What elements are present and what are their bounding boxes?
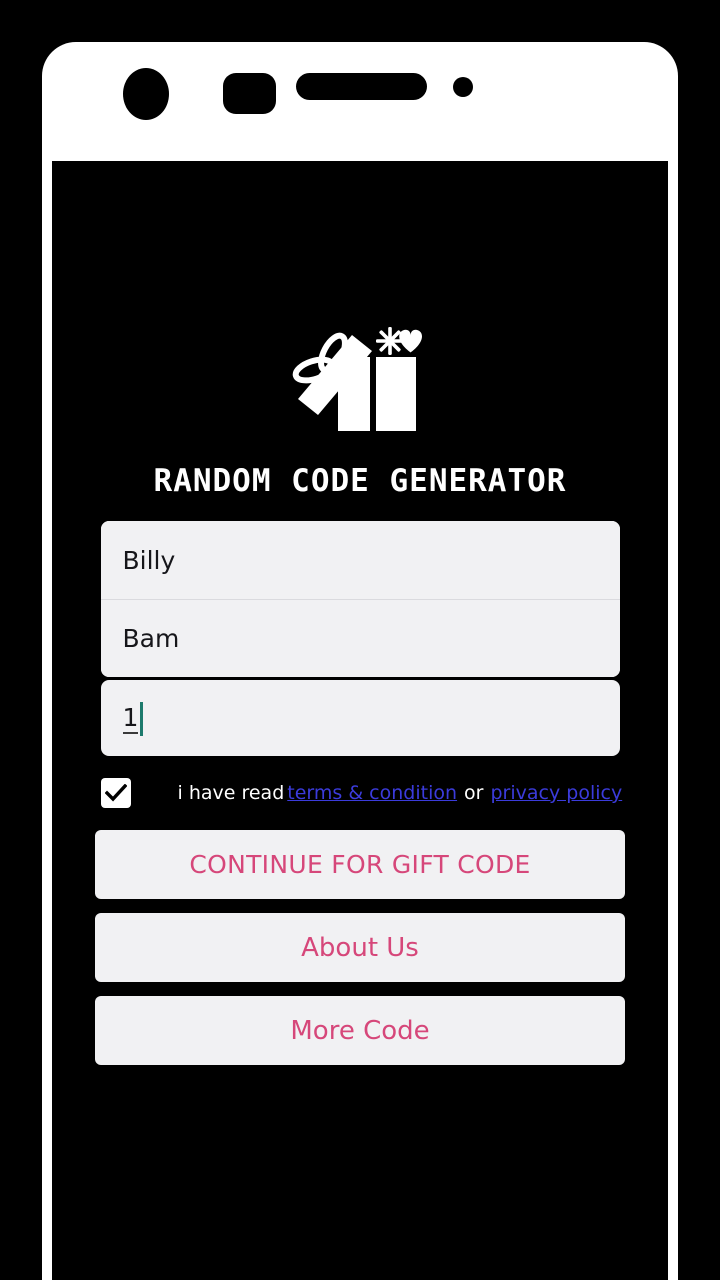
more-code-button[interactable]: More Code bbox=[95, 996, 625, 1065]
last-name-value: Bam bbox=[122, 624, 180, 653]
text-caret-icon bbox=[140, 702, 144, 736]
privacy-policy-link[interactable]: privacy policy bbox=[487, 782, 625, 804]
gift-box-icon bbox=[280, 321, 440, 441]
terms-and-conditions-link[interactable]: terms & condition bbox=[284, 782, 460, 804]
camera-lens-icon bbox=[123, 68, 169, 120]
led-indicator-icon bbox=[453, 77, 473, 97]
consent-text: i have read terms & condition or privacy… bbox=[178, 782, 626, 804]
quantity-entry: 1 bbox=[122, 702, 144, 736]
about-us-button[interactable]: About Us bbox=[95, 913, 625, 982]
consent-row: i have read terms & condition or privacy… bbox=[100, 778, 622, 808]
consent-lead-text: i have read bbox=[177, 782, 285, 804]
continue-gift-code-button[interactable]: CONTINUE FOR GIFT CODE bbox=[95, 830, 625, 899]
consent-separator: or bbox=[464, 782, 484, 804]
page-title: RANDOM CODE GENERATOR bbox=[153, 463, 567, 499]
quantity-field[interactable]: 1 bbox=[100, 680, 620, 756]
app-screen: RANDOM CODE GENERATOR Billy Bam 1 i have… bbox=[52, 161, 668, 1280]
action-button-stack: CONTINUE FOR GIFT CODE About Us More Cod… bbox=[95, 830, 625, 1065]
name-fields-group: Billy Bam bbox=[100, 521, 620, 677]
first-name-field[interactable]: Billy bbox=[100, 521, 620, 599]
phone-top-bezel bbox=[42, 42, 678, 162]
consent-checkbox[interactable] bbox=[100, 778, 131, 808]
phone-device-frame: RANDOM CODE GENERATOR Billy Bam 1 i have… bbox=[42, 42, 678, 1280]
earpiece-speaker-icon bbox=[296, 73, 427, 100]
gift-code-form: Billy Bam 1 bbox=[100, 521, 620, 756]
last-name-field[interactable]: Bam bbox=[100, 599, 620, 677]
first-name-value: Billy bbox=[122, 545, 176, 575]
checkmark-icon bbox=[104, 784, 127, 802]
quantity-value: 1 bbox=[122, 703, 139, 734]
proximity-sensor-icon bbox=[223, 73, 276, 114]
